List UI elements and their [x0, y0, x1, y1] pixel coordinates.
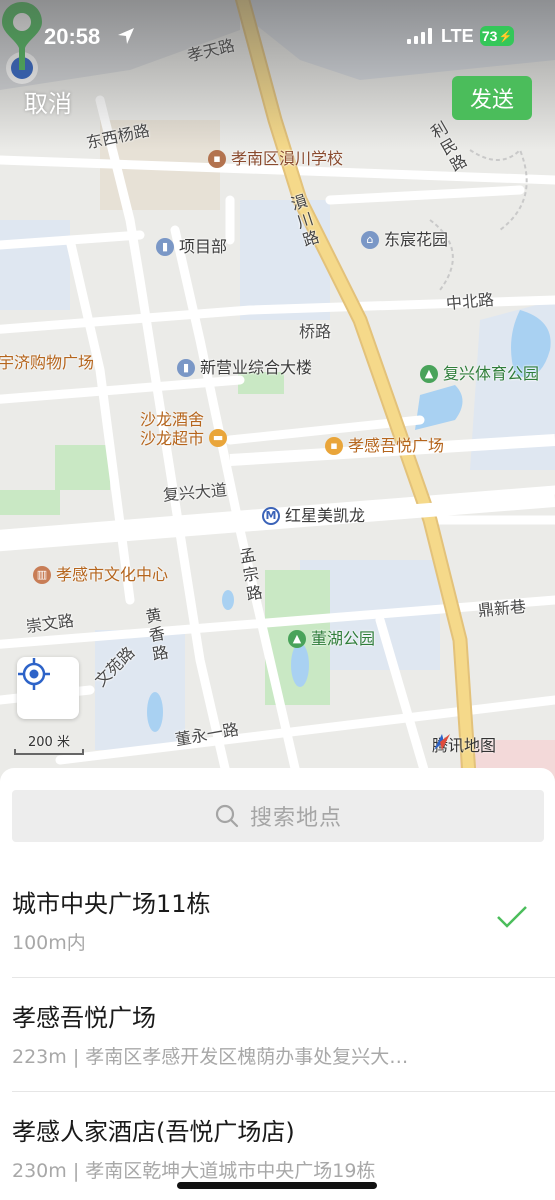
- museum-icon: ▥: [33, 566, 51, 584]
- battery-icon: 73 ⚡: [480, 26, 514, 46]
- poi-school[interactable]: ▪ 孝南区溳川学校: [208, 150, 343, 168]
- shopping-bag-icon: ▪: [325, 437, 343, 455]
- result-title: 城市中央广场11栋: [12, 890, 211, 918]
- map-scale: 200 米: [14, 731, 84, 757]
- result-title: 孝感吾悦广场: [12, 1004, 156, 1032]
- compass-icon: [434, 734, 450, 750]
- result-subtitle: 100m内: [12, 932, 86, 954]
- result-title: 孝感人家酒店(吾悦广场店): [12, 1118, 295, 1146]
- school-icon: ▪: [208, 150, 226, 168]
- status-bar: 20:58 LTE 73 ⚡: [0, 0, 555, 74]
- poi-shalong-hotel[interactable]: 沙龙酒舍 沙龙超市 ▬: [140, 410, 228, 448]
- poi-donghu-park[interactable]: ▲ 董湖公园: [288, 630, 375, 648]
- result-item[interactable]: 城市中央广场11栋 100m内: [0, 864, 555, 978]
- road-label-qiao: 桥路: [299, 322, 332, 341]
- poi-wuyue-plaza[interactable]: ▪ 孝感吾悦广场: [325, 437, 444, 455]
- poi-project-dept[interactable]: ▮ 项目部: [156, 238, 227, 256]
- poi-xinying-building[interactable]: ▮ 新营业综合大楼: [177, 359, 312, 377]
- locate-me-button[interactable]: [17, 657, 79, 719]
- result-subtitle: 230m | 孝南区乾坤大道城市中央广场19栋: [12, 1160, 376, 1182]
- poi-culture-center[interactable]: ▥ 孝感市文化中心: [33, 566, 168, 584]
- cancel-button[interactable]: 取消: [24, 84, 72, 119]
- tree-icon: ▲: [288, 630, 306, 648]
- metro-icon: M: [262, 507, 280, 525]
- search-input[interactable]: 搜索地点: [12, 790, 544, 842]
- home-indicator: [177, 1182, 377, 1189]
- network-type: LTE: [441, 26, 474, 46]
- checkmark-icon: [497, 906, 527, 928]
- search-icon: [215, 804, 239, 828]
- crosshair-icon: [18, 658, 50, 690]
- poi-jiji-plaza[interactable]: 宇济购物广场: [0, 354, 94, 372]
- tree-icon: ▲: [420, 365, 438, 383]
- send-button[interactable]: 发送: [452, 76, 532, 120]
- poi-macalline[interactable]: M 红星美凯龙: [262, 507, 365, 525]
- poi-fuxing-stadium[interactable]: ▲ 复兴体育公园: [420, 365, 539, 383]
- map-brand: 腾讯地图: [432, 732, 496, 756]
- building-icon: ▮: [177, 359, 195, 377]
- result-item[interactable]: 孝感吾悦广场 223m | 孝南区孝感开发区槐荫办事处复兴大…: [0, 978, 555, 1092]
- signal-icon: [407, 28, 432, 44]
- poi-dongchen-garden[interactable]: ⌂ 东宸花园: [361, 231, 448, 249]
- result-subtitle: 223m | 孝南区孝感开发区槐荫办事处复兴大…: [12, 1046, 409, 1068]
- location-sheet: 搜索地点 城市中央广场11栋 100m内 孝感吾悦广场 223m | 孝南区孝感…: [0, 768, 555, 1200]
- building-icon: ▮: [156, 238, 174, 256]
- status-time: 20:58: [44, 24, 101, 49]
- search-placeholder: 搜索地点: [249, 806, 342, 831]
- home-icon: ⌂: [361, 231, 379, 249]
- location-arrow-icon: [118, 28, 134, 44]
- shopping-cart-icon: ▬: [209, 429, 228, 447]
